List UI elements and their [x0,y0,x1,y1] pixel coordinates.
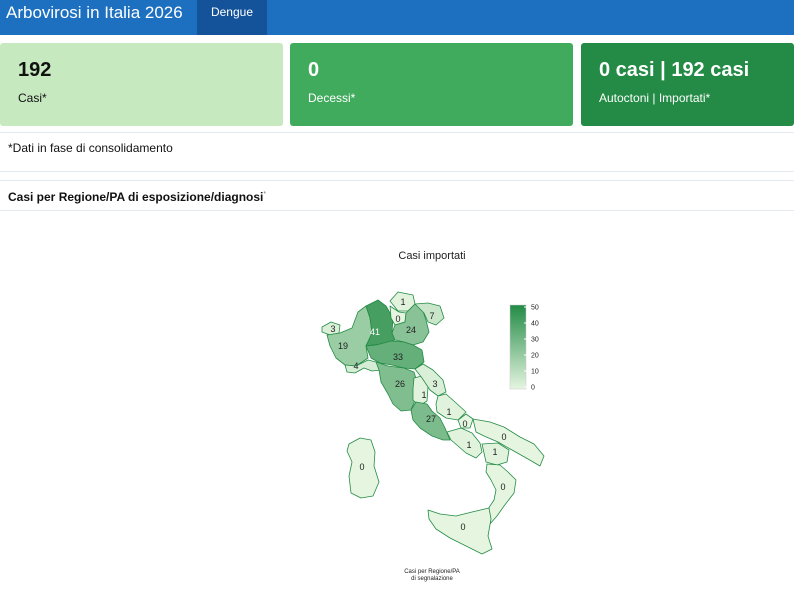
divider [0,180,794,181]
card-casi: 192 Casi* [0,43,283,126]
region-label-calabria: 0 [500,482,505,492]
region-label-sardegna: 0 [359,462,364,472]
section-title: Casi per Regione/PA di esposizione/diagn… [8,190,267,204]
region-label-basilicata: 1 [492,447,497,457]
card-casi-label: Casi* [18,91,47,105]
region-label-marche: 3 [432,379,437,389]
region-label-umbria: 1 [421,390,426,400]
legend-tick-label: 0 [531,385,535,392]
region-label-abruzzo: 1 [446,407,451,417]
divider [0,210,794,211]
region-puglia [472,418,545,467]
region-label-toscana: 26 [395,379,405,389]
region-piemonte [326,305,373,367]
card-autoctoni-value: 0 casi | 192 casi [599,59,750,81]
divider [0,171,794,172]
app-title[interactable]: Arbovirosi in Italia 2026 [6,3,183,23]
legend-colorbar [509,304,527,390]
map-caption-line1: Casi per Regione/PA [404,569,460,575]
region-label-liguria: 4 [353,361,358,371]
region-label-lazio: 27 [426,414,436,424]
region-label-veneto: 24 [406,325,416,335]
card-decessi-label: Decessi* [308,91,356,105]
region-label-lombardia: 41 [370,327,380,337]
region-label-valle-d-aosta: 3 [330,324,335,334]
map-title: Casi importati [398,250,465,262]
card-decessi: 0 Decessi* [290,43,573,126]
navbar: Arbovirosi in Italia 2026 Dengue [0,0,794,35]
tab-dengue[interactable]: Dengue [197,0,267,35]
region-label-molise: 0 [462,419,467,429]
card-autoctoni-label: Autoctoni | Importati* [599,91,711,105]
legend-tick-label: 30 [531,337,539,344]
map-legend: 50 40 30 20 10 0 [509,304,539,392]
region-label-trentino: 0 [395,314,400,324]
region-label-trentino-alto-adige: 1 [400,297,405,307]
legend-tick-label: 20 [531,353,539,360]
legend-tick-label: 10 [531,369,539,376]
legend-tick-label: 40 [531,321,539,328]
region-label-puglia: 0 [501,432,506,442]
region-label-campania: 1 [466,440,471,450]
region-label-piemonte: 19 [338,341,348,351]
region-label-sicilia: 0 [460,522,465,532]
card-autoctoni-importati: 0 casi | 192 casi Autoctoni | Importati* [581,43,794,126]
consolidation-note: *Dati in fase di consolidamento [8,141,173,155]
card-decessi-value: 0 [308,59,320,81]
region-label-friuli-venezia-giulia: 7 [429,311,434,321]
divider [0,132,794,133]
card-casi-value: 192 [18,59,52,81]
legend-tick-label: 50 [531,305,539,312]
region-label-emilia-romagna: 33 [393,352,403,362]
choropleth-map: Casi importati 3194411024733261327101010… [321,250,545,582]
map-caption-line2: di segnalazione [411,576,453,582]
